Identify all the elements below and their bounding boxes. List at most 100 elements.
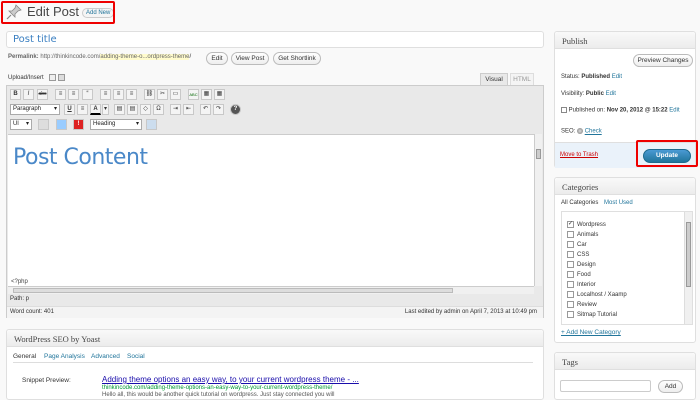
- align-center-button[interactable]: ≡: [113, 89, 124, 100]
- ul-select[interactable]: Ul ▾: [10, 119, 32, 130]
- category-checkbox[interactable]: [567, 260, 574, 268]
- tags-box: Tags Add: [554, 352, 696, 400]
- outdent-button[interactable]: ⇥: [170, 104, 181, 115]
- category-checkbox[interactable]: [567, 290, 574, 298]
- category-checkbox[interactable]: ✓: [567, 220, 574, 228]
- tab-page-analysis[interactable]: Page Analysis: [44, 353, 85, 360]
- category-scrollbar[interactable]: [684, 212, 692, 324]
- underline-button[interactable]: U: [64, 104, 75, 115]
- category-item[interactable]: Sitmap Tutorial: [567, 310, 627, 320]
- categories-title: Categories: [562, 182, 599, 192]
- edit-visibility-link[interactable]: Edit: [606, 91, 616, 97]
- fullscreen-button[interactable]: ▦: [201, 89, 212, 100]
- seo-row: SEO: Check: [561, 128, 602, 135]
- php-tag-text: <?php: [11, 279, 28, 285]
- editor-status-bar: Word count: 401 Last edited by admin on …: [7, 306, 543, 318]
- alert-icon[interactable]: !: [73, 119, 84, 130]
- gallery-icon[interactable]: [58, 74, 65, 81]
- snippet-desc: Hello all, this would be another quick t…: [102, 392, 335, 398]
- permalink: Permalink: http://thinkincode.com/adding…: [8, 54, 192, 60]
- redo-button[interactable]: ↷: [213, 104, 224, 115]
- blockquote-button[interactable]: “: [82, 89, 93, 100]
- format-select[interactable]: Paragraph ▾: [10, 104, 60, 115]
- move-to-trash-link[interactable]: Move to Trash: [560, 152, 598, 158]
- hscroll-thumb[interactable]: [13, 288, 453, 293]
- undo-button[interactable]: ↶: [200, 104, 211, 115]
- kitchen-sink-button[interactable]: ▦: [214, 89, 225, 100]
- clear-formatting-button[interactable]: ◇: [140, 104, 151, 115]
- unlink-button[interactable]: ✂: [157, 89, 168, 100]
- toolbar-row-3: Ul ▾ ! Heading ▾: [10, 119, 310, 131]
- align-left-button[interactable]: ≡: [100, 89, 111, 100]
- indent-button[interactable]: ⇤: [183, 104, 194, 115]
- category-checkbox[interactable]: [567, 300, 574, 308]
- italic-button[interactable]: I: [23, 89, 34, 100]
- category-item[interactable]: Design: [567, 260, 627, 270]
- scroll-thumb[interactable]: [536, 149, 541, 159]
- title-input[interactable]: Post title: [6, 31, 544, 48]
- tab-social[interactable]: Social: [127, 353, 145, 360]
- media-icon[interactable]: [49, 74, 56, 81]
- tab-most-used[interactable]: Most Used: [604, 200, 633, 206]
- published-row: Published on: Nov 20, 2012 @ 15:22 Edit: [561, 107, 680, 114]
- editor-content-area[interactable]: Post Content <?php: [8, 134, 534, 286]
- text-color-button[interactable]: A: [90, 104, 101, 115]
- tag-input[interactable]: [560, 380, 651, 392]
- image-icon[interactable]: [56, 119, 67, 130]
- tab-general[interactable]: General: [13, 353, 36, 360]
- justify-button[interactable]: ≡: [77, 104, 88, 115]
- category-item[interactable]: Car: [567, 240, 627, 250]
- permalink-slug[interactable]: adding-theme-o...ordpress-theme: [100, 54, 190, 60]
- text-color-dropdown[interactable]: ▾: [102, 104, 109, 115]
- edit-permalink-button[interactable]: Edit: [206, 52, 228, 65]
- category-checkbox[interactable]: [567, 240, 574, 248]
- category-item[interactable]: Review: [567, 300, 627, 310]
- category-item[interactable]: ✓ Wordpress: [567, 220, 627, 230]
- tab-all-categories[interactable]: All Categories: [561, 200, 598, 206]
- window-icon[interactable]: [146, 119, 157, 130]
- align-right-button[interactable]: ≡: [126, 89, 137, 100]
- more-tag-button[interactable]: ▭: [170, 89, 181, 100]
- add-new-category-link[interactable]: + Add New Category: [561, 329, 621, 336]
- paste-word-button[interactable]: ▤: [127, 104, 138, 115]
- add-tag-button[interactable]: Add: [658, 380, 683, 393]
- edit-status-link[interactable]: Edit: [612, 74, 622, 80]
- view-post-button[interactable]: View Post: [231, 52, 269, 65]
- number-list-button[interactable]: ≡: [68, 89, 79, 100]
- tab-advanced[interactable]: Advanced: [91, 353, 120, 360]
- bullet-list-button[interactable]: ≡: [55, 89, 66, 100]
- category-checkbox[interactable]: [567, 270, 574, 278]
- heading-select[interactable]: Heading ▾: [90, 119, 142, 130]
- edit-date-link[interactable]: Edit: [669, 108, 679, 114]
- spellcheck-button[interactable]: ABC: [188, 89, 199, 100]
- tab-html[interactable]: HTML: [510, 73, 534, 85]
- help-button[interactable]: ?: [230, 104, 241, 115]
- category-checkbox[interactable]: [567, 310, 574, 318]
- table-icon[interactable]: [38, 119, 49, 130]
- category-item[interactable]: Interior: [567, 280, 627, 290]
- special-character-button[interactable]: Ω: [153, 104, 164, 115]
- seo-status-icon: [577, 128, 584, 134]
- post-content: Post Content: [13, 145, 148, 170]
- category-item[interactable]: Food: [567, 270, 627, 280]
- category-scroll-thumb[interactable]: [686, 222, 691, 287]
- snippet-title[interactable]: Adding theme options an easy way, to you…: [102, 375, 359, 384]
- seo-title: WordPress SEO by Yoast: [14, 334, 101, 344]
- editor: B I abc ≡ ≡ “ ≡ ≡ ≡ ⛓ ✂ ▭ ABC ▦ ▦ Paragr…: [6, 85, 544, 318]
- tab-visual[interactable]: Visual: [480, 73, 508, 85]
- category-item[interactable]: Animals: [567, 230, 627, 240]
- link-button[interactable]: ⛓: [144, 89, 155, 100]
- vertical-scrollbar[interactable]: [534, 134, 542, 286]
- preview-changes-button[interactable]: Preview Changes: [633, 54, 693, 67]
- check-link[interactable]: Check: [585, 129, 602, 135]
- bold-button[interactable]: B: [10, 89, 21, 100]
- category-checkbox[interactable]: [567, 280, 574, 288]
- horizontal-scrollbar[interactable]: [8, 286, 534, 294]
- category-item[interactable]: CSS: [567, 250, 627, 260]
- category-checkbox[interactable]: [567, 230, 574, 238]
- get-shortlink-button[interactable]: Get Shortlink: [273, 52, 321, 65]
- strikethrough-button[interactable]: abc: [37, 89, 48, 100]
- category-item[interactable]: Localhost / Xaamp: [567, 290, 627, 300]
- paste-text-button[interactable]: ▤: [114, 104, 125, 115]
- category-checkbox[interactable]: [567, 250, 574, 258]
